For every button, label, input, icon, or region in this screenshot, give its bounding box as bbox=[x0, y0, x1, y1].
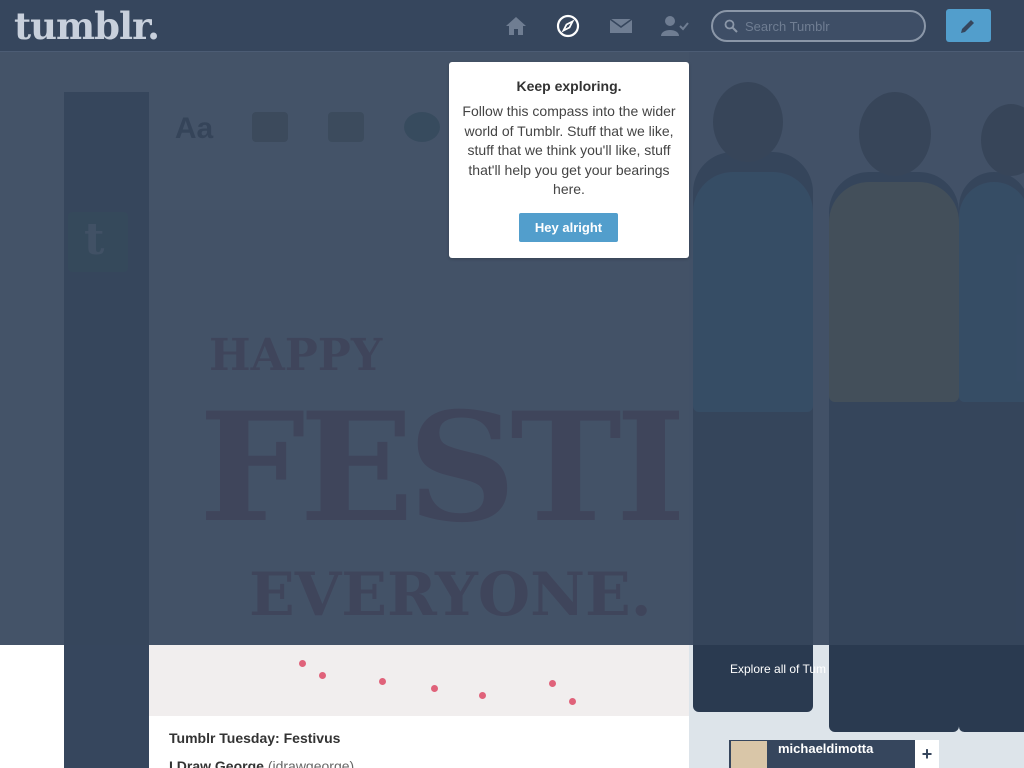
home-icon[interactable] bbox=[504, 14, 528, 38]
explore-all-link[interactable]: Explore all of Tum bbox=[730, 662, 826, 676]
search-box[interactable] bbox=[711, 10, 926, 42]
tooltip-body: Follow this compass into the wider world… bbox=[462, 103, 676, 198]
pencil-icon bbox=[961, 20, 974, 33]
post-author[interactable]: I Draw George (idrawgeorge) bbox=[169, 758, 354, 768]
account-icon[interactable] bbox=[661, 14, 689, 38]
search-input[interactable] bbox=[745, 16, 915, 36]
compose-button[interactable] bbox=[946, 9, 991, 42]
mail-icon[interactable] bbox=[609, 14, 633, 38]
tooltip-title: Keep exploring. bbox=[516, 78, 622, 94]
explore-tooltip: Keep exploring. Follow this compass into… bbox=[449, 62, 689, 258]
author-name[interactable]: I Draw George bbox=[169, 758, 264, 768]
post-title[interactable]: Tumblr Tuesday: Festivus bbox=[169, 730, 340, 746]
tumblr-logo[interactable]: tumblr. bbox=[14, 4, 160, 48]
author-handle: (idrawgeorge) bbox=[267, 758, 355, 768]
compass-icon[interactable] bbox=[556, 14, 580, 38]
search-icon bbox=[724, 19, 738, 33]
hey-alright-button[interactable]: Hey alright bbox=[519, 213, 618, 242]
radar-user-avatar[interactable] bbox=[731, 741, 767, 768]
top-navigation-bar: tumblr. bbox=[0, 0, 1024, 52]
follow-button[interactable]: + bbox=[915, 740, 939, 768]
radar-username[interactable]: michaeldimotta bbox=[778, 741, 873, 756]
